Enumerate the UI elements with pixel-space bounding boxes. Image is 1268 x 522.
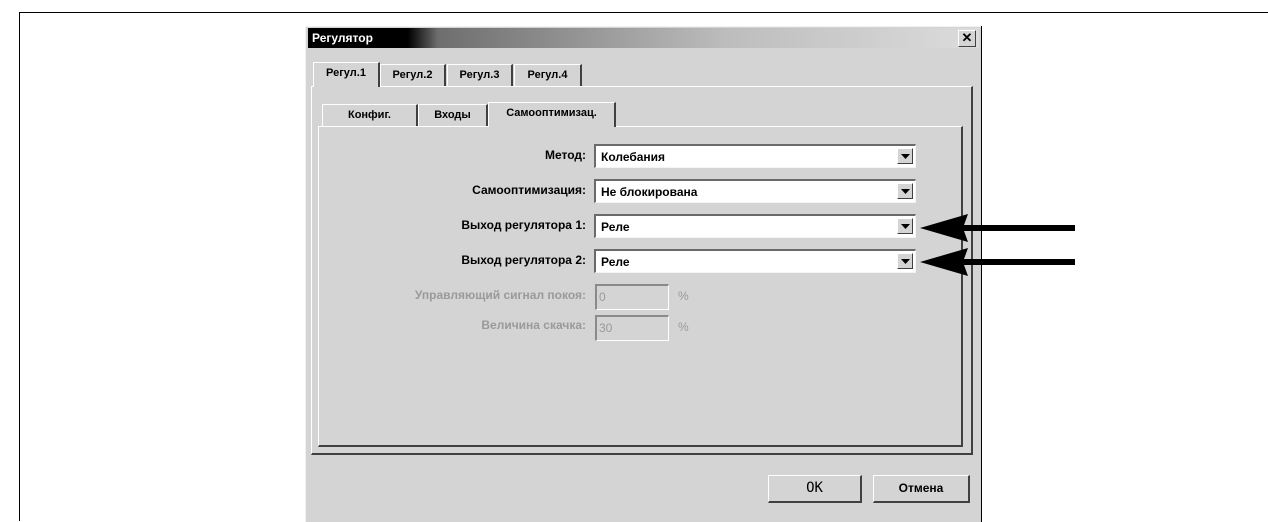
frame-top-line <box>19 12 1268 13</box>
tab-config[interactable]: Конфиг. <box>322 104 418 126</box>
output2-label: Выход регулятора 2: <box>461 253 586 267</box>
frame-left-line <box>19 12 20 521</box>
idle-signal-unit: % <box>678 289 689 303</box>
step-size-unit: % <box>678 320 689 334</box>
arrow-left-icon <box>920 248 1075 276</box>
selfopt-value: Не блокирована <box>601 185 698 199</box>
step-size-input[interactable]: 30 <box>595 315 669 341</box>
selfopt-label: Самооптимизация: <box>472 183 586 197</box>
method-value: Колебания <box>601 150 666 164</box>
output1-select[interactable]: Реле <box>594 214 916 238</box>
chevron-down-icon[interactable] <box>897 253 913 269</box>
tab-regul-3[interactable]: Регул.3 <box>447 64 513 86</box>
step-size-label: Величина скачка: <box>481 318 586 332</box>
ok-button[interactable]: OK <box>768 475 862 503</box>
output1-value: Реле <box>601 220 630 234</box>
cancel-button[interactable]: Отмена <box>873 475 970 503</box>
window-title: Регулятор <box>312 31 373 45</box>
title-bar[interactable]: Регулятор ✕ <box>308 28 979 48</box>
tab-inputs[interactable]: Входы <box>418 104 488 126</box>
arrow-left-icon <box>920 214 1075 242</box>
output2-value: Реле <box>601 255 630 269</box>
close-icon: ✕ <box>961 30 973 45</box>
close-button[interactable]: ✕ <box>958 30 976 47</box>
tab-regul-4[interactable]: Регул.4 <box>514 64 582 86</box>
selfopt-select[interactable]: Не блокирована <box>594 179 916 203</box>
idle-signal-input[interactable]: 0 <box>595 284 669 310</box>
method-label: Метод: <box>544 148 586 162</box>
chevron-down-icon[interactable] <box>897 218 913 234</box>
tab-selfopt[interactable]: Самооптимизац. <box>488 102 616 127</box>
chevron-down-icon[interactable] <box>897 148 913 164</box>
chevron-down-icon[interactable] <box>897 183 913 199</box>
output1-label: Выход регулятора 1: <box>461 218 586 232</box>
output2-select[interactable]: Реле <box>594 249 916 273</box>
method-select[interactable]: Колебания <box>594 144 916 168</box>
idle-signal-label: Управляющий сигнал покоя: <box>414 288 586 302</box>
tab-regul-2[interactable]: Регул.2 <box>380 64 446 86</box>
tab-regul-1[interactable]: Регул.1 <box>313 62 380 87</box>
